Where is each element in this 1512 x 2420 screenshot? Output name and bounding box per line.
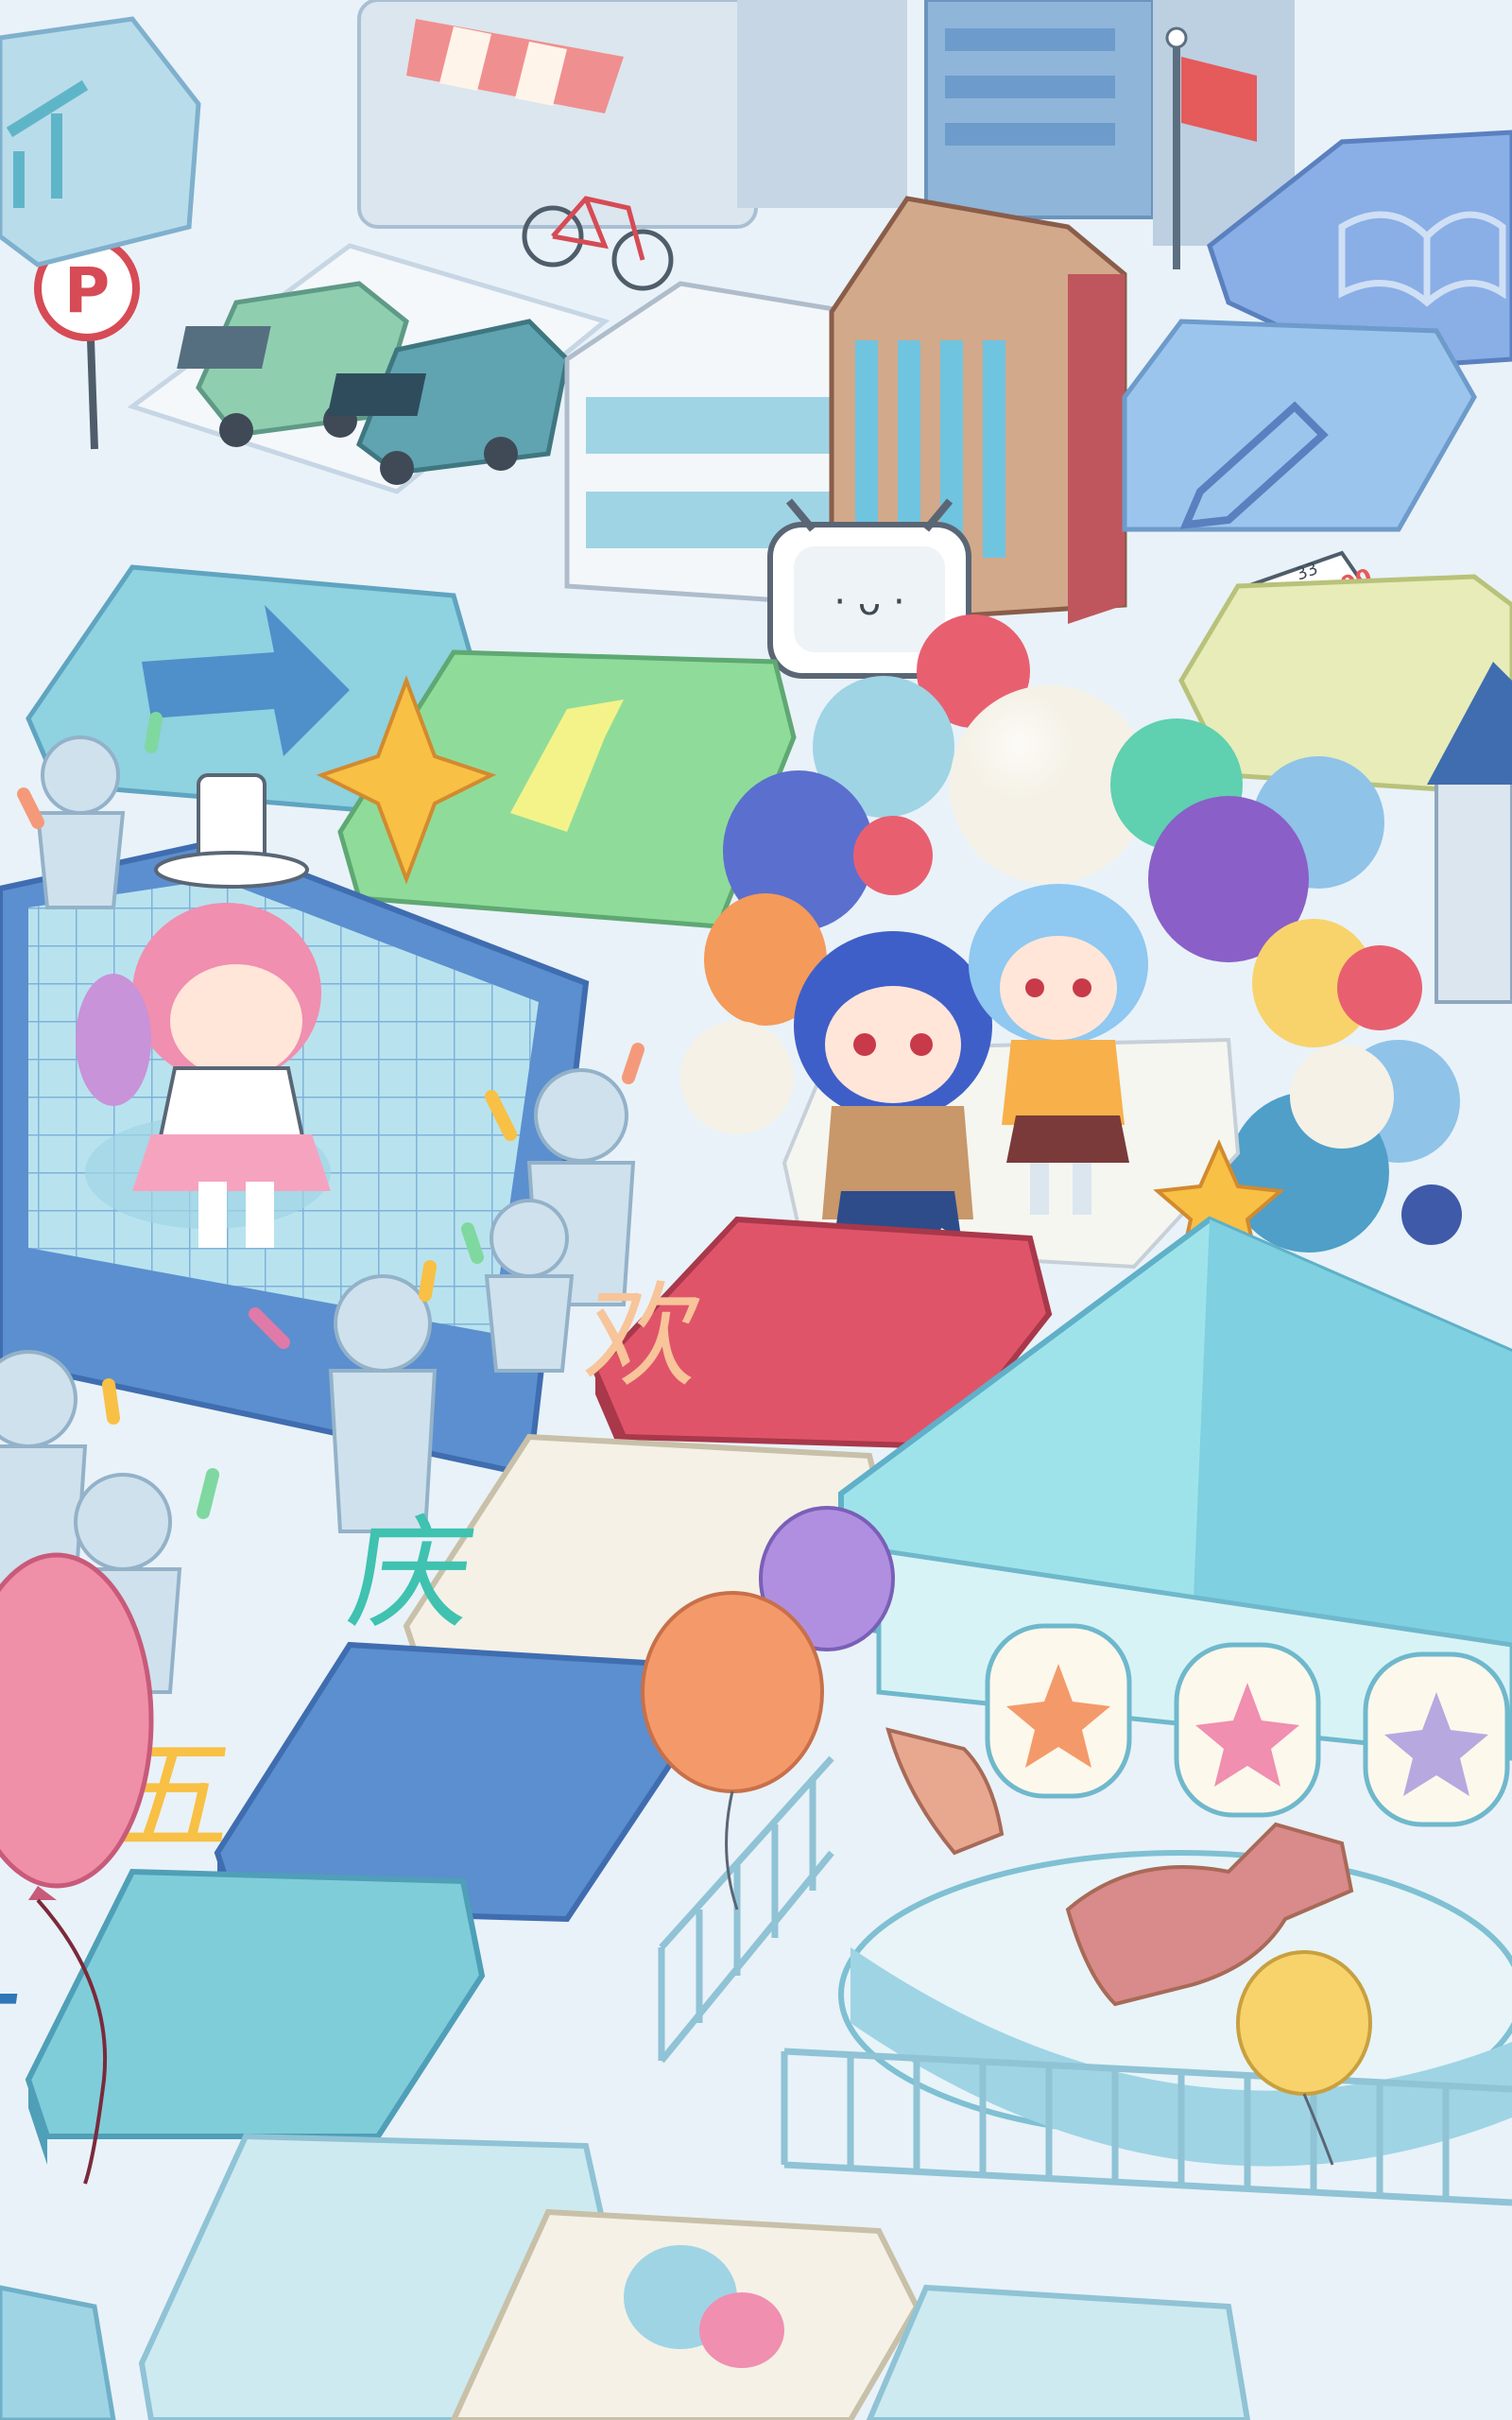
fan-figure [484,1199,575,1373]
illustration-canvas: P · ᴗ · 33 欢 庆 五 一 [0,0,1512,2420]
fan-figure [35,735,126,909]
tv-mascot-face: · ᴗ · [833,580,904,624]
parking-sign-letter: P [64,254,110,327]
fan-figure [0,1350,88,1590]
path-tile-glyph: 欢 [577,1271,710,1403]
shop-building [357,0,907,229]
fan-figure [328,1274,438,1533]
tile-lower-far-left [0,2285,116,2420]
tile-lower-right [866,2284,1251,2420]
path-tile-glyph: 庆 [340,1503,483,1646]
